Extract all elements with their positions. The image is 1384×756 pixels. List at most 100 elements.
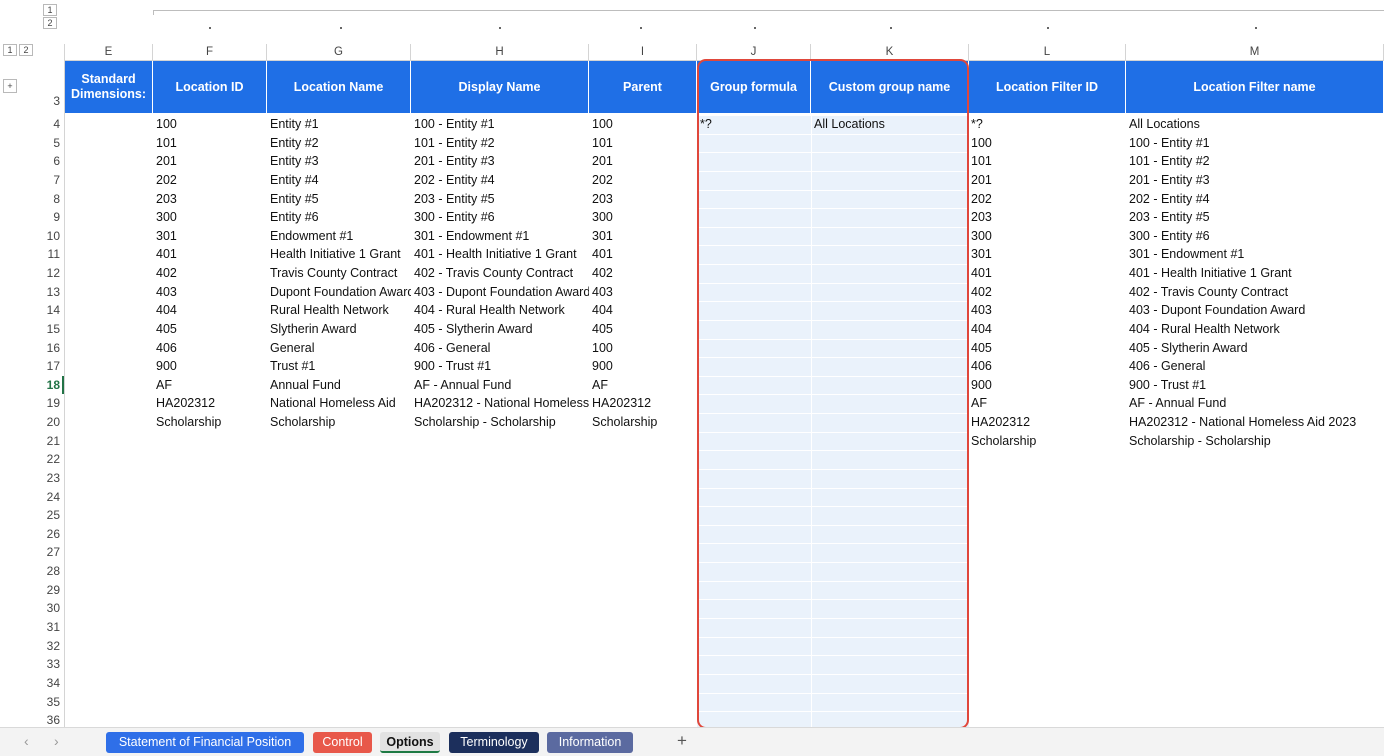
add-sheet-button[interactable]: +: [677, 731, 687, 751]
cell-l[interactable]: 101: [971, 152, 1126, 171]
cell-g[interactable]: Slytherin Award: [270, 320, 411, 339]
header-cell-e[interactable]: Standard Dimensions:: [65, 61, 153, 113]
cell-m[interactable]: 404 - Rural Health Network: [1129, 320, 1384, 339]
row-number[interactable]: 11: [36, 245, 64, 264]
cell-g[interactable]: Entity #4: [270, 171, 411, 190]
cell-l[interactable]: 403: [971, 301, 1126, 320]
cell-h[interactable]: 404 - Rural Health Network: [414, 301, 589, 320]
tab-control[interactable]: Control: [313, 732, 372, 753]
cell-m[interactable]: 405 - Slytherin Award: [1129, 339, 1384, 358]
row-number[interactable]: 20: [36, 413, 64, 432]
cell-l[interactable]: Scholarship: [971, 432, 1126, 451]
cell-i[interactable]: 100: [592, 115, 697, 134]
row-number[interactable]: 16: [36, 339, 64, 358]
cell-g[interactable]: Trust #1: [270, 357, 411, 376]
column-header-m[interactable]: M: [1126, 44, 1384, 60]
row-number[interactable]: 9: [36, 208, 64, 227]
cell-m[interactable]: Scholarship - Scholarship: [1129, 432, 1384, 451]
column-header-h[interactable]: H: [411, 44, 589, 60]
outline-level-2-button[interactable]: 2: [43, 17, 57, 29]
cell-i[interactable]: 202: [592, 171, 697, 190]
cell-g[interactable]: Dupont Foundation Award: [270, 283, 411, 302]
cell-f[interactable]: Scholarship: [156, 413, 267, 432]
cell-l[interactable]: *?: [971, 115, 1126, 134]
cell-i[interactable]: HA202312: [592, 394, 697, 413]
row-number[interactable]: 30: [36, 599, 64, 618]
cell-g[interactable]: Annual Fund: [270, 376, 411, 395]
row-number[interactable]: 27: [36, 543, 64, 562]
row-number[interactable]: 32: [36, 637, 64, 656]
cell-h[interactable]: 203 - Entity #5: [414, 190, 589, 209]
cell-g[interactable]: Entity #6: [270, 208, 411, 227]
row-number[interactable]: 3: [36, 94, 64, 108]
row-number[interactable]: 33: [36, 655, 64, 674]
cell-h[interactable]: AF - Annual Fund: [414, 376, 589, 395]
next-sheet-arrow[interactable]: ›: [54, 733, 59, 749]
cell-m[interactable]: 300 - Entity #6: [1129, 227, 1384, 246]
cell-i[interactable]: 101: [592, 134, 697, 153]
cell-m[interactable]: 202 - Entity #4: [1129, 190, 1384, 209]
cell-m[interactable]: 203 - Entity #5: [1129, 208, 1384, 227]
column-header-i[interactable]: I: [589, 44, 697, 60]
cell-f[interactable]: 203: [156, 190, 267, 209]
row-number[interactable]: 22: [36, 450, 64, 469]
cell-h[interactable]: 202 - Entity #4: [414, 171, 589, 190]
cell-i[interactable]: 403: [592, 283, 697, 302]
cell-g[interactable]: Scholarship: [270, 413, 411, 432]
cell-h[interactable]: 201 - Entity #3: [414, 152, 589, 171]
cell-m[interactable]: 401 - Health Initiative 1 Grant: [1129, 264, 1384, 283]
row-number[interactable]: 19: [36, 394, 64, 413]
cell-m[interactable]: 406 - General: [1129, 357, 1384, 376]
row-number[interactable]: 7: [36, 171, 64, 190]
outline-level-1-button[interactable]: 1: [43, 4, 57, 16]
column-header-k[interactable]: K: [811, 44, 969, 60]
cell-l[interactable]: 402: [971, 283, 1126, 302]
cell-i[interactable]: AF: [592, 376, 697, 395]
select-all-corner[interactable]: [36, 44, 65, 60]
row-number[interactable]: 12: [36, 264, 64, 283]
row-number[interactable]: 28: [36, 562, 64, 581]
row-number[interactable]: 21: [36, 432, 64, 451]
cell-f[interactable]: HA202312: [156, 394, 267, 413]
tab-statement-of-financial-position[interactable]: Statement of Financial Position: [106, 732, 304, 753]
cell-l[interactable]: 404: [971, 320, 1126, 339]
cell-l[interactable]: 301: [971, 245, 1126, 264]
row-number[interactable]: 4: [36, 115, 64, 134]
cell-g[interactable]: Rural Health Network: [270, 301, 411, 320]
row-number[interactable]: 35: [36, 693, 64, 712]
cell-l[interactable]: 201: [971, 171, 1126, 190]
cell-g[interactable]: Health Initiative 1 Grant: [270, 245, 411, 264]
cell-h[interactable]: 402 - Travis County Contract: [414, 264, 589, 283]
header-cell-l[interactable]: Location Filter ID: [969, 61, 1126, 113]
cell-i[interactable]: 300: [592, 208, 697, 227]
cell-f[interactable]: 402: [156, 264, 267, 283]
row-number[interactable]: 6: [36, 152, 64, 171]
cell-f[interactable]: AF: [156, 376, 267, 395]
cell-i[interactable]: 203: [592, 190, 697, 209]
cell-g[interactable]: National Homeless Aid: [270, 394, 411, 413]
cell-m[interactable]: 301 - Endowment #1: [1129, 245, 1384, 264]
cell-i[interactable]: 405: [592, 320, 697, 339]
cell-i[interactable]: 100: [592, 339, 697, 358]
tab-information[interactable]: Information: [547, 732, 633, 753]
cell-h[interactable]: 100 - Entity #1: [414, 115, 589, 134]
row-outline-level-2-button[interactable]: 2: [19, 44, 33, 56]
cell-g[interactable]: Entity #1: [270, 115, 411, 134]
row-number[interactable]: 29: [36, 581, 64, 600]
cell-f[interactable]: 406: [156, 339, 267, 358]
row-number[interactable]: 18: [36, 376, 64, 395]
row-outline-level-1-button[interactable]: 1: [3, 44, 17, 56]
cell-m[interactable]: 100 - Entity #1: [1129, 134, 1384, 153]
cell-i[interactable]: Scholarship: [592, 413, 697, 432]
cell-f[interactable]: 201: [156, 152, 267, 171]
row-number[interactable]: 17: [36, 357, 64, 376]
cell-i[interactable]: 201: [592, 152, 697, 171]
cell-l[interactable]: 300: [971, 227, 1126, 246]
column-header-f[interactable]: F: [153, 44, 267, 60]
header-cell-f[interactable]: Location ID: [153, 61, 267, 113]
cell-g[interactable]: Entity #3: [270, 152, 411, 171]
cell-g[interactable]: Entity #2: [270, 134, 411, 153]
cell-m[interactable]: 900 - Trust #1: [1129, 376, 1384, 395]
row-number[interactable]: 5: [36, 134, 64, 153]
row-number[interactable]: 10: [36, 227, 64, 246]
